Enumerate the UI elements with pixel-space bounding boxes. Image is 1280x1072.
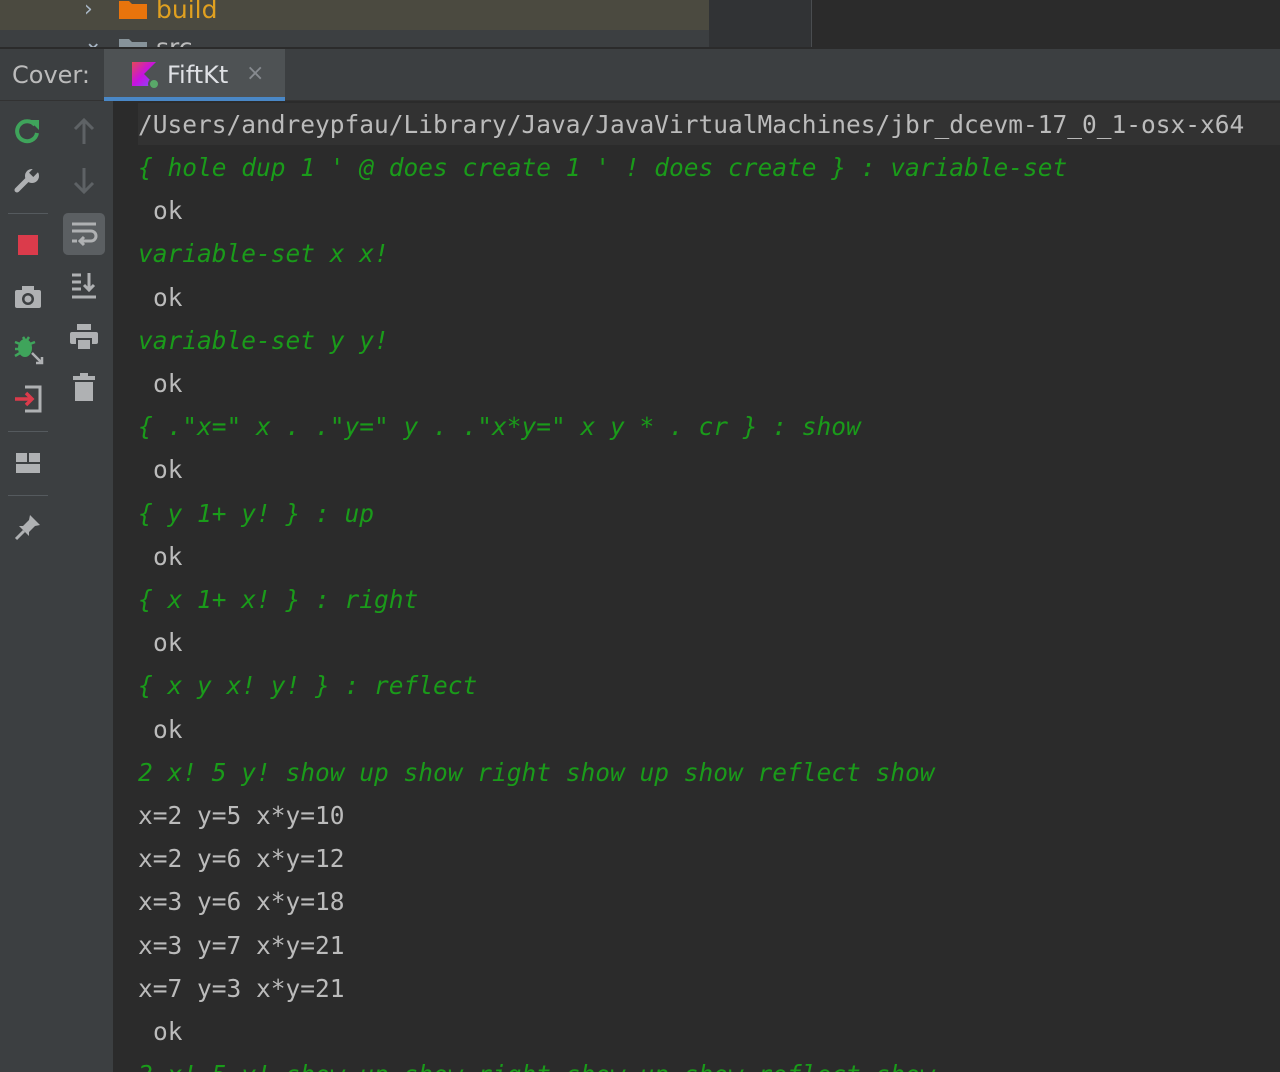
soft-wrap-button[interactable] bbox=[63, 213, 105, 255]
run-toolbar bbox=[0, 101, 58, 1072]
pin-tab-button[interactable] bbox=[8, 507, 48, 547]
console-output-line: x=3 y=7 x*y=21 bbox=[138, 930, 345, 960]
settings-button[interactable] bbox=[8, 161, 48, 201]
tree-node-label: build bbox=[156, 0, 218, 24]
tree-node-label: src bbox=[156, 32, 193, 48]
console-output-line: x=2 y=6 x*y=12 bbox=[138, 844, 345, 874]
scroll-to-end-icon bbox=[72, 273, 96, 299]
console-output-line: x=7 y=3 x*y=21 bbox=[138, 973, 345, 1003]
trash-icon bbox=[73, 373, 95, 401]
tab-fiftkt[interactable]: FiftKt × bbox=[104, 49, 285, 102]
pin-icon bbox=[14, 515, 40, 541]
toolbar-separator bbox=[8, 495, 48, 496]
rerun-button[interactable] bbox=[8, 111, 48, 151]
console-ok-line: ok bbox=[153, 628, 183, 658]
tool-window-title: Cover: bbox=[12, 61, 90, 89]
console-ok-line: ok bbox=[153, 1017, 183, 1046]
folder-icon bbox=[119, 39, 147, 47]
console-input-line: { ."x=" x . ."y=" y . ."x*y=" x y * . cr… bbox=[138, 412, 861, 442]
console-input-line: { hole dup 1 ' @ does create 1 ' ! does … bbox=[138, 153, 1068, 182]
console-input-line: 2 x! 5 y! show up show right show up sho… bbox=[138, 757, 935, 787]
kotlin-logo-icon bbox=[132, 62, 160, 90]
console-ok-line: ok bbox=[153, 541, 183, 571]
scroll-to-end-button[interactable] bbox=[64, 265, 104, 305]
project-tree: › build ⌄ src bbox=[0, 0, 1280, 47]
toolbar-separator bbox=[8, 431, 48, 432]
tool-window-header: Cover: FiftKt × bbox=[0, 47, 1280, 102]
console-output[interactable]: /Users/andreypfau/Library/Java/JavaVirtu… bbox=[113, 101, 1280, 1072]
debug-button[interactable] bbox=[8, 329, 48, 369]
camera-icon bbox=[15, 286, 41, 308]
console-ok-line: ok bbox=[153, 369, 183, 398]
console-ok-line: ok bbox=[153, 282, 183, 312]
console-ok-line: ok bbox=[153, 714, 183, 744]
down-arrow-icon bbox=[73, 168, 95, 195]
console-input-line: 2 x! 5 y! show up show right show up sho… bbox=[138, 1053, 935, 1072]
restore-layout-button[interactable] bbox=[8, 443, 48, 483]
chevron-right-icon[interactable]: › bbox=[84, 0, 93, 22]
console-output-line: x=3 y=6 x*y=18 bbox=[138, 887, 345, 917]
console-input-line: { x y x! y! } : reflect bbox=[138, 671, 478, 701]
debug-bug-icon bbox=[14, 336, 44, 365]
wrench-icon bbox=[14, 167, 39, 193]
editor-gutter bbox=[709, 0, 811, 47]
console-output-line: x=2 y=5 x*y=10 bbox=[138, 801, 345, 830]
console-input-line: { x 1+ x! } : right bbox=[138, 585, 419, 614]
folder-icon bbox=[119, 1, 147, 19]
layout-icon bbox=[16, 453, 40, 473]
console-input-line: { y 1+ y! } : up bbox=[138, 498, 375, 528]
tab-title: FiftKt bbox=[167, 61, 229, 89]
tree-selection-highlight bbox=[0, 0, 709, 30]
console-ok-line: ok bbox=[153, 455, 183, 485]
console-ok-line: ok bbox=[153, 196, 183, 226]
close-icon[interactable]: × bbox=[246, 61, 264, 86]
exit-icon bbox=[15, 385, 42, 413]
rerun-icon bbox=[15, 119, 39, 144]
next-occurrence-button[interactable] bbox=[64, 161, 104, 201]
print-button[interactable] bbox=[64, 317, 104, 357]
stop-button[interactable] bbox=[8, 225, 48, 265]
previous-occurrence-button[interactable] bbox=[64, 111, 104, 151]
console-toolbar bbox=[57, 101, 113, 1072]
console-input-line: variable-set x x! bbox=[138, 239, 389, 269]
soft-wrap-icon bbox=[72, 222, 98, 247]
stop-icon bbox=[18, 235, 38, 255]
editor-area bbox=[811, 0, 1280, 47]
dump-threads-button[interactable] bbox=[8, 277, 48, 317]
command-line: /Users/andreypfau/Library/Java/JavaVirtu… bbox=[138, 110, 1245, 139]
print-icon bbox=[70, 324, 98, 351]
console-input-line: variable-set y y! bbox=[138, 325, 389, 355]
toolbar-separator bbox=[8, 213, 48, 214]
up-arrow-icon bbox=[73, 117, 95, 144]
chevron-down-icon[interactable]: ⌄ bbox=[84, 30, 102, 47]
clear-all-button[interactable] bbox=[64, 367, 104, 407]
exit-button[interactable] bbox=[8, 379, 48, 419]
